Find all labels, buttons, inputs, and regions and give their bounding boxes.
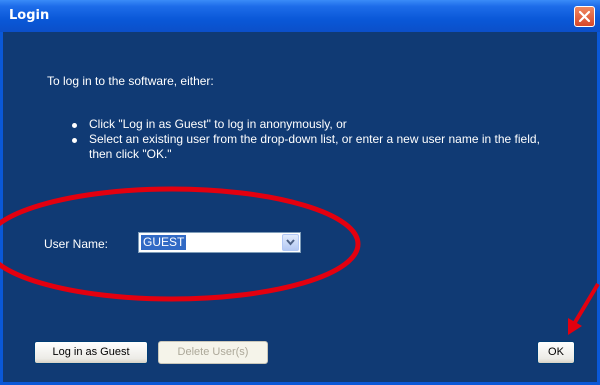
title-bar[interactable]: Login — [0, 0, 600, 32]
chevron-down-icon — [286, 239, 295, 246]
close-icon — [578, 10, 591, 23]
dropdown-button[interactable] — [282, 234, 299, 251]
intro-text: To log in to the software, either: — [47, 74, 214, 88]
delete-users-button[interactable]: Delete User(s) — [158, 341, 268, 364]
bullet-icon — [72, 138, 77, 143]
user-name-label: User Name: — [44, 237, 109, 251]
window-title: Login — [9, 8, 50, 23]
instruction-select-user: Select an existing user from the drop-do… — [89, 132, 540, 161]
user-name-combobox[interactable]: GUEST — [138, 232, 301, 253]
login-dialog: Login To log in to the software, either:… — [0, 0, 600, 385]
log-in-as-guest-button[interactable]: Log in as Guest — [34, 341, 148, 364]
list-item: Select an existing user from the drop-do… — [72, 132, 542, 162]
instruction-list: Click "Log in as Guest" to log in anonym… — [72, 117, 542, 162]
ok-button[interactable]: OK — [537, 341, 575, 364]
instruction-guest: Click "Log in as Guest" to log in anonym… — [89, 117, 347, 131]
list-item: Click "Log in as Guest" to log in anonym… — [72, 117, 542, 132]
close-button[interactable] — [574, 6, 595, 27]
bullet-icon — [72, 123, 77, 128]
user-name-input[interactable]: GUEST — [141, 235, 187, 250]
